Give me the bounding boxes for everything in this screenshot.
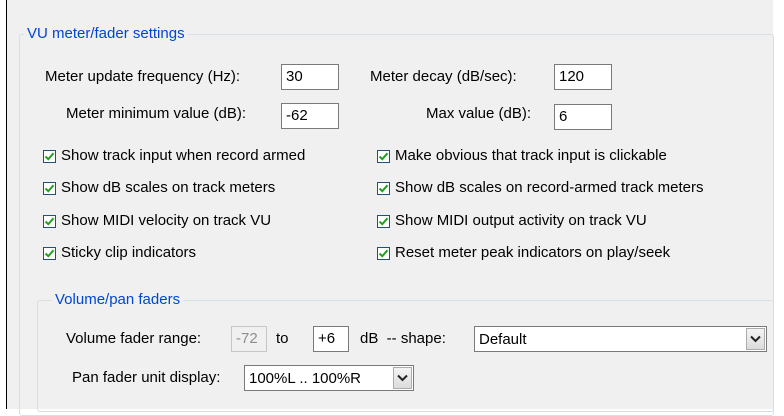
checkbox-label: Make obvious that track input is clickab… bbox=[395, 147, 667, 164]
pan-unit-label: Pan fader unit display: bbox=[72, 369, 221, 386]
checkbox-box[interactable] bbox=[43, 214, 56, 228]
settings-page: VU meter/fader settings Meter update fre… bbox=[0, 0, 784, 416]
checkbox-4[interactable]: Show dB scales on record-armed track met… bbox=[377, 179, 703, 197]
range-to-label: to bbox=[276, 330, 289, 347]
update-frequency-input[interactable]: 30 bbox=[281, 64, 339, 90]
checkbox-2[interactable]: Make obvious that track input is clickab… bbox=[377, 147, 667, 165]
meter-decay-input[interactable]: 120 bbox=[554, 64, 612, 90]
pan-unit-dropdown[interactable]: 100%L .. 100%R bbox=[244, 365, 414, 391]
check-mark-icon bbox=[44, 152, 55, 161]
check-mark-icon bbox=[378, 152, 389, 161]
checkbox-label: Reset meter peak indicators on play/seek bbox=[395, 244, 671, 261]
check-mark-icon bbox=[44, 217, 55, 226]
checkbox-5[interactable]: Show MIDI velocity on track VU bbox=[43, 212, 271, 230]
checkbox-box[interactable] bbox=[377, 149, 390, 163]
meter-min-label: Meter minimum value (dB): bbox=[66, 105, 247, 122]
vu-meter-group-title: VU meter/fader settings bbox=[24, 25, 188, 43]
check-mark-icon bbox=[44, 184, 55, 193]
checkbox-box[interactable] bbox=[377, 214, 390, 228]
volume-range-max-input[interactable]: +6 bbox=[313, 326, 349, 352]
checkbox-6[interactable]: Show MIDI output activity on track VU bbox=[377, 212, 647, 230]
checkbox-1[interactable]: Show track input when record armed bbox=[43, 147, 305, 165]
checkbox-box[interactable] bbox=[43, 246, 56, 260]
fader-shape-value: Default bbox=[479, 330, 527, 348]
checkbox-box[interactable] bbox=[43, 149, 56, 163]
meter-min-input[interactable]: -62 bbox=[281, 103, 339, 129]
check-mark-icon bbox=[44, 249, 55, 258]
checkbox-3[interactable]: Show dB scales on track meters bbox=[43, 179, 275, 197]
checkbox-label: Show dB scales on track meters bbox=[61, 179, 276, 196]
volume-range-min-input[interactable]: -72 bbox=[231, 326, 267, 352]
faders-group bbox=[37, 300, 774, 412]
max-value-input[interactable]: 6 bbox=[554, 104, 612, 130]
checkbox-box[interactable] bbox=[377, 246, 390, 260]
meter-decay-label: Meter decay (dB/sec): bbox=[370, 68, 517, 85]
check-mark-icon bbox=[378, 184, 389, 193]
window-edge bbox=[773, 0, 784, 409]
max-value-label: Max value (dB): bbox=[426, 105, 532, 122]
checkbox-box[interactable] bbox=[43, 181, 56, 195]
chevron-down-icon[interactable] bbox=[393, 367, 412, 389]
faders-group-title: Volume/pan faders bbox=[52, 291, 184, 309]
update-frequency-label: Meter update frequency (Hz): bbox=[45, 68, 241, 85]
checkbox-label: Show track input when record armed bbox=[61, 147, 306, 164]
chevron-down-icon[interactable] bbox=[746, 328, 765, 350]
checkbox-8[interactable]: Reset meter peak indicators on play/seek bbox=[377, 244, 670, 262]
checkbox-label: Sticky clip indicators bbox=[61, 244, 197, 261]
checkbox-label: Show MIDI output activity on track VU bbox=[395, 212, 647, 229]
checkbox-box[interactable] bbox=[377, 181, 390, 195]
check-mark-icon bbox=[378, 249, 389, 258]
pan-unit-value: 100%L .. 100%R bbox=[249, 369, 362, 387]
fader-shape-dropdown[interactable]: Default bbox=[474, 326, 767, 352]
checkbox-label: Show dB scales on record-armed track met… bbox=[395, 179, 704, 196]
check-mark-icon bbox=[378, 217, 389, 226]
volume-range-label: Volume fader range: bbox=[66, 330, 202, 347]
checkbox-label: Show MIDI velocity on track VU bbox=[61, 212, 272, 229]
checkbox-7[interactable]: Sticky clip indicators bbox=[43, 244, 196, 262]
db-shape-label: dB -- shape: bbox=[360, 330, 446, 347]
